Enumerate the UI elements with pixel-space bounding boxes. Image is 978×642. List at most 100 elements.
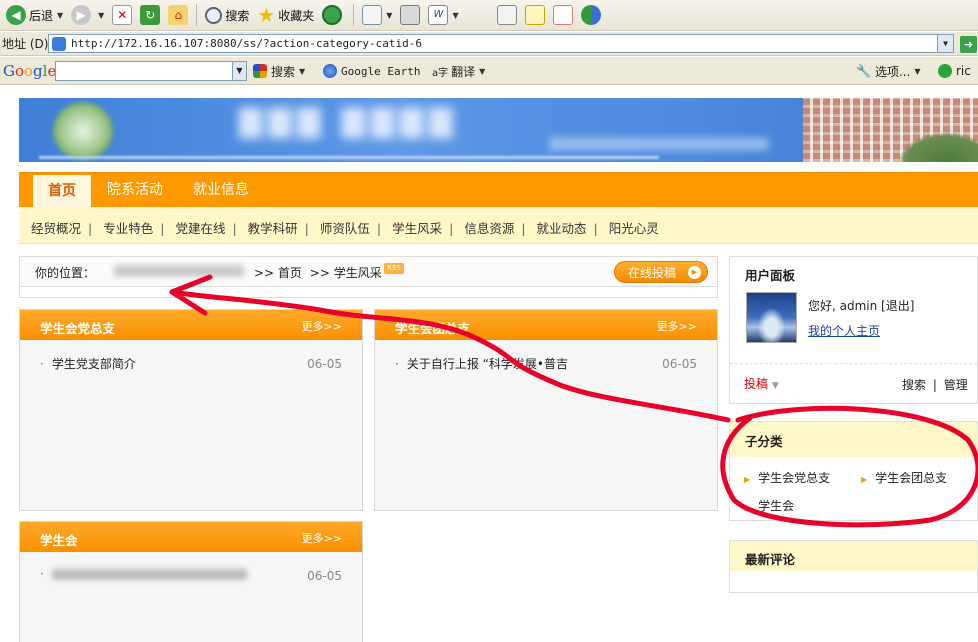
sub-nav-item[interactable]: 阳光心灵: [609, 221, 659, 236]
browser-toolbar: ◀ 后退 ▼ ▶ ▼ ✕ ↻ ⌂ 搜索 ★ 收藏夹 ▼ W ▼: [0, 0, 978, 31]
edit-dropdown-icon[interactable]: ▼: [452, 11, 458, 20]
star-page-icon: [524, 5, 545, 25]
history-button[interactable]: [318, 2, 349, 28]
homepage-link[interactable]: 我的个人主页: [808, 322, 880, 339]
mail-dropdown-icon[interactable]: ▼: [386, 11, 392, 20]
banner-divider: [39, 156, 659, 159]
subcategory-item[interactable]: ▶ 学生会: [744, 497, 974, 514]
more-link[interactable]: 更多>>: [302, 530, 342, 546]
post-menu[interactable]: 投稿 ▼: [744, 375, 779, 392]
refresh-button[interactable]: ↻: [136, 2, 164, 28]
subcategory-title: 子分类: [745, 434, 783, 449]
printer-icon: [400, 5, 421, 25]
sub-nav-item[interactable]: 专业特色: [103, 221, 153, 236]
messenger-button[interactable]: [577, 2, 605, 28]
home-button[interactable]: ⌂: [164, 2, 192, 28]
search-button[interactable]: 搜索: [201, 2, 253, 28]
address-bar: 地址 (D) http://172.16.16.107:8080/ss/?act…: [0, 32, 978, 56]
nav-department-activities[interactable]: 院系活动: [107, 173, 163, 208]
sub-nav-item[interactable]: 师资队伍: [320, 221, 370, 236]
kitty-icon: [552, 5, 573, 25]
google-logo[interactable]: Google: [3, 62, 56, 80]
wrench-icon: 🔧: [856, 64, 871, 78]
breadcrumb-footer: [19, 287, 718, 298]
subcategory-item[interactable]: ▶ 学生会团总支: [861, 469, 947, 486]
breadcrumb-site-name[interactable]: [114, 265, 244, 277]
search-link[interactable]: 搜索: [902, 378, 926, 392]
google-search-dropdown-icon[interactable]: ▼: [232, 62, 246, 80]
breadcrumb: 你的位置： >> 首页 >> 学生风采 RSS 在线投稿 ▶: [19, 256, 718, 287]
forward-dropdown-icon[interactable]: ▼: [98, 11, 104, 20]
status-online-icon: [938, 64, 952, 78]
google-search-dropdown-icon[interactable]: ▼: [299, 67, 305, 76]
print-button[interactable]: [396, 2, 424, 28]
list-item-title[interactable]: 关于自行上报 “科学发展•普吉: [407, 357, 568, 371]
notes-button[interactable]: [493, 2, 521, 28]
list-item[interactable]: ·: [40, 567, 247, 581]
more-link[interactable]: 更多>>: [657, 318, 697, 334]
account-button[interactable]: ric: [938, 62, 971, 80]
notepad-icon: [496, 5, 517, 25]
google-toolbar: Google ▼ 搜索 ▼ Google Earth a字 翻译 ▼ 🔧 选项.…: [0, 57, 978, 85]
greeting[interactable]: 您好, admin [退出]: [808, 297, 914, 314]
panel-title: 学生会: [40, 533, 78, 548]
list-item-title[interactable]: 学生党支部简介: [52, 357, 136, 371]
forward-button[interactable]: ▶ ▼: [67, 2, 108, 28]
manage-link[interactable]: 管理: [944, 378, 968, 392]
more-link[interactable]: 更多>>: [302, 318, 342, 334]
sub-nav-item[interactable]: 学生风采: [392, 221, 442, 236]
go-button[interactable]: ➜: [960, 36, 977, 53]
address-label: 地址 (D): [2, 37, 49, 51]
nav-employment-info[interactable]: 就业信息: [193, 173, 249, 208]
list-item[interactable]: · 学生党支部简介: [40, 355, 136, 372]
translate-label: 翻译: [451, 64, 476, 79]
sub-nav-item[interactable]: 教学科研: [248, 221, 298, 236]
submit-article-label: 在线投稿: [628, 266, 677, 280]
breadcrumb-home-link[interactable]: >> 首页: [254, 266, 302, 280]
url-dropdown-icon[interactable]: ▼: [937, 35, 953, 52]
stop-button[interactable]: ✕: [108, 2, 136, 28]
breadcrumb-current[interactable]: >> 学生风采: [310, 266, 382, 280]
panel-student-union: 学生会 更多>> · 06-05: [19, 521, 363, 642]
translate-button[interactable]: a字 翻译 ▼: [432, 62, 485, 80]
nav-home[interactable]: 首页: [33, 175, 91, 208]
sub-nav-item[interactable]: 信息资源: [464, 221, 514, 236]
globe-icon: [323, 64, 337, 78]
favorite-add-button[interactable]: [521, 2, 549, 28]
rss-icon[interactable]: RSS: [384, 263, 404, 274]
sub-nav-item[interactable]: 经贸概况: [31, 221, 81, 236]
triangle-icon: ▶: [861, 475, 868, 484]
google-g-icon: [253, 64, 267, 78]
sub-nav: 经贸概况 | 专业特色 | 党建在线 | 教学科研 | 师资队伍 | 学生风采 | 信息资源…: [19, 207, 978, 244]
bullet-icon: ·: [40, 357, 44, 371]
submit-article-button[interactable]: 在线投稿 ▶: [614, 261, 708, 283]
back-button[interactable]: ◀ 后退 ▼: [2, 2, 67, 28]
url-input[interactable]: http://172.16.16.107:8080/ss/?action-cat…: [48, 34, 954, 53]
options-dropdown-icon[interactable]: ▼: [914, 67, 920, 76]
sub-nav-item[interactable]: 就业动态: [537, 221, 587, 236]
breadcrumb-path: >> 首页 >> 学生风采: [254, 264, 382, 281]
avatar[interactable]: [746, 292, 797, 343]
play-arrow-icon: ▶: [688, 266, 701, 279]
panel-header: 学生会 更多>>: [20, 522, 362, 552]
mail-button[interactable]: ▼: [358, 2, 396, 28]
translate-dropdown-icon[interactable]: ▼: [479, 67, 485, 76]
kitty-button[interactable]: [549, 2, 577, 28]
edit-button[interactable]: W ▼: [424, 2, 462, 28]
subcategory-item[interactable]: ▶ 学生会党总支: [744, 469, 830, 486]
translate-icon: a字: [432, 67, 449, 79]
list-item-date: 06-05: [307, 569, 342, 583]
google-search-label: 搜索: [271, 64, 296, 79]
back-dropdown-icon[interactable]: ▼: [57, 11, 63, 20]
options-button[interactable]: 🔧 选项... ▼: [856, 62, 921, 80]
panel-league-branch: 学生会团总支 更多>> · 关于自行上报 “科学发展•普吉 06-05: [374, 309, 718, 511]
google-earth-button[interactable]: Google Earth: [323, 62, 420, 80]
latest-comments-panel: 最新评论: [729, 540, 978, 593]
sub-nav-item[interactable]: 党建在线: [175, 221, 225, 236]
options-label: 选项...: [874, 64, 911, 79]
favorites-button[interactable]: ★ 收藏夹: [253, 2, 318, 28]
list-item-title-blurred[interactable]: [51, 569, 247, 580]
list-item[interactable]: · 关于自行上报 “科学发展•普吉: [395, 355, 568, 372]
google-search-input[interactable]: ▼: [55, 61, 247, 81]
google-search-button[interactable]: 搜索 ▼: [253, 62, 305, 80]
